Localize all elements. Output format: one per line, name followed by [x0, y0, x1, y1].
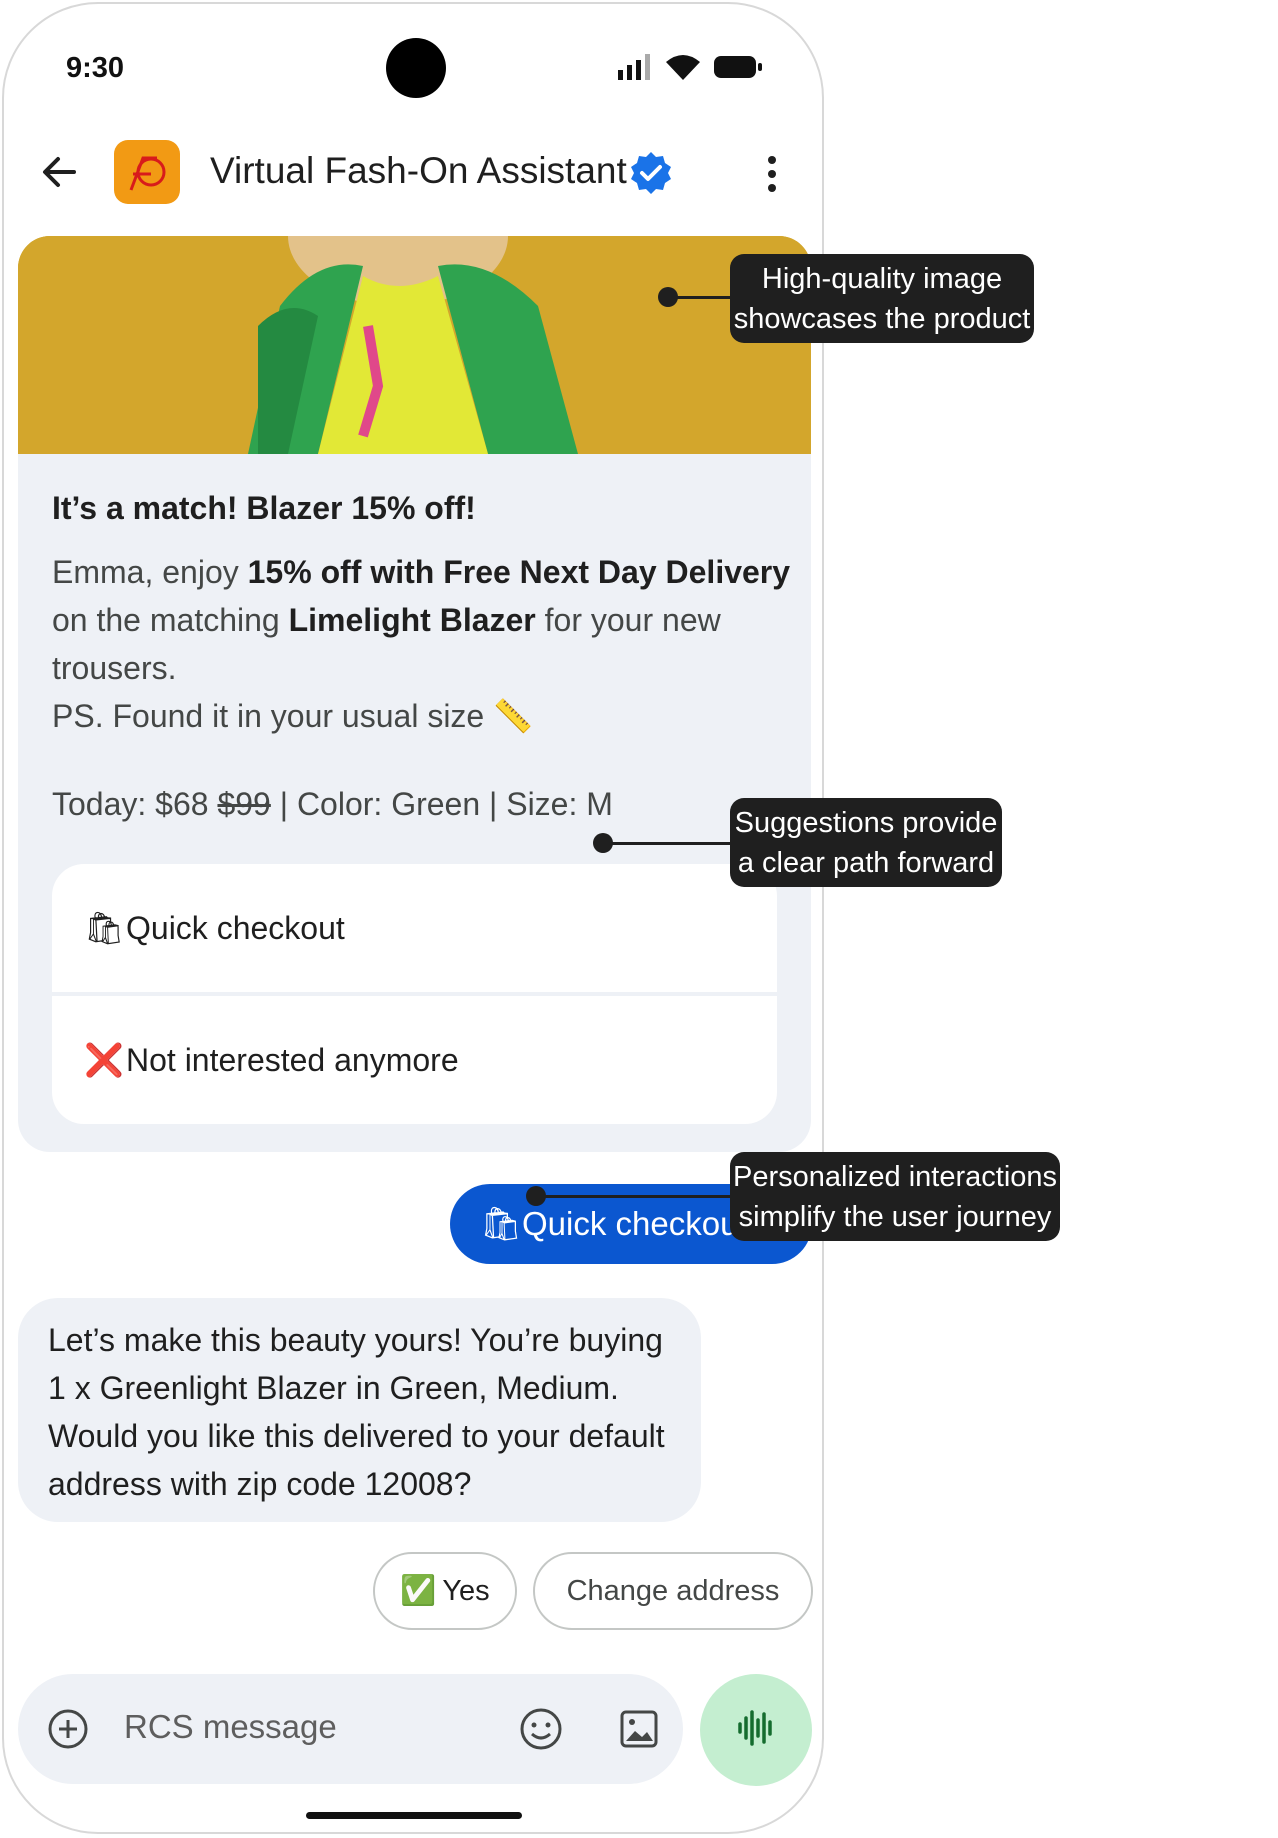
emoji-icon[interactable] [518, 1706, 564, 1752]
price-details: Today: $68 $99 | Color: Green | Size: M [52, 786, 613, 823]
shopping-bags-icon: 🛍 [480, 1204, 522, 1242]
suggestion-label: Not interested anymore [126, 1041, 459, 1078]
home-indicator[interactable] [306, 1812, 522, 1819]
price-attributes: | Color: Green | Size: M [270, 786, 613, 822]
gallery-icon[interactable] [616, 1706, 662, 1752]
annotation-image: High-quality image showcases the product [730, 254, 1034, 343]
price-old: $99 [217, 786, 271, 822]
app-bar: Virtual Fash-On Assistant [4, 130, 822, 216]
back-arrow-icon[interactable] [38, 150, 82, 194]
reply-chip-change-address[interactable]: Change address [533, 1552, 813, 1630]
card-description: Emma, enjoy 15% off with Free Next Day D… [52, 548, 792, 740]
verified-badge-icon [628, 150, 674, 196]
annotation-text: Suggestions provide [734, 806, 998, 839]
received-message-bubble: Let’s make this beauty yours! You’re buy… [18, 1298, 701, 1522]
voice-waveform-icon [736, 1708, 776, 1753]
brand-logo[interactable] [114, 140, 180, 204]
annotation-suggestions: Suggestions provide a clear path forward [730, 798, 1002, 887]
front-camera [386, 38, 446, 98]
annotation-text: a clear path forward [737, 846, 995, 879]
annotation-text: showcases the product [733, 302, 1031, 335]
sent-message-text: Quick checkout [522, 1205, 748, 1242]
voice-message-button[interactable] [700, 1674, 812, 1786]
message-composer[interactable]: RCS message [18, 1674, 683, 1784]
annotation-line [668, 296, 732, 299]
annotation-text: High-quality image [761, 262, 1003, 295]
card-body-bold: Limelight Blazer [288, 602, 536, 638]
price-current: Today: $68 [52, 786, 218, 822]
wifi-icon [666, 54, 700, 85]
signal-icon [618, 54, 652, 85]
chip-label: Change address [566, 1574, 780, 1607]
card-body-text: on the matching [52, 602, 289, 638]
reply-chip-yes[interactable]: ✅ Yes [373, 1552, 517, 1630]
rich-card: It’s a match! Blazer 15% off! Emma, enjo… [18, 236, 811, 1152]
cross-mark-icon: ❌ [84, 1042, 124, 1078]
card-body-ps: PS. Found it in your usual size 📏 [52, 698, 533, 734]
more-options-icon[interactable] [752, 150, 792, 198]
phone-frame: 9:30 Virtual Fash-On Assistant It’s a ma… [2, 2, 824, 1834]
status-time: 9:30 [66, 52, 125, 84]
check-mark-icon: ✅ [400, 1575, 437, 1607]
annotation-personalized: Personalized interactions simplify the u… [730, 1152, 1060, 1241]
chip-label: Yes [442, 1574, 490, 1607]
conversation-title: Virtual Fash-On Assistant [210, 150, 627, 191]
card-body-text: Emma, enjoy [52, 554, 248, 590]
suggestion-label: Quick checkout [126, 909, 345, 946]
suggestion-not-interested[interactable]: ❌ Not interested anymore [52, 996, 777, 1124]
card-title: It’s a match! Blazer 15% off! [52, 490, 476, 526]
shopping-bags-icon: 🛍 [84, 910, 125, 946]
annotation-text: Personalized interactions [733, 1160, 1058, 1193]
received-message-text: Let’s make this beauty yours! You’re buy… [48, 1322, 665, 1502]
product-image[interactable] [18, 236, 811, 454]
annotation-line [603, 842, 732, 845]
suggestion-list: 🛍 Quick checkout ❌ Not interested anymor… [52, 864, 777, 1124]
suggestion-quick-checkout[interactable]: 🛍 Quick checkout [52, 864, 777, 992]
add-attachment-icon[interactable] [46, 1707, 90, 1751]
status-bar: 9:30 [4, 4, 822, 124]
card-body-bold: 15% off with Free Next Day Delivery [247, 554, 791, 590]
status-icons [618, 54, 762, 85]
message-input[interactable]: RCS message [124, 1708, 337, 1746]
battery-icon [714, 54, 762, 85]
annotation-text: simplify the user journey [738, 1200, 1052, 1233]
annotation-line [536, 1195, 732, 1198]
